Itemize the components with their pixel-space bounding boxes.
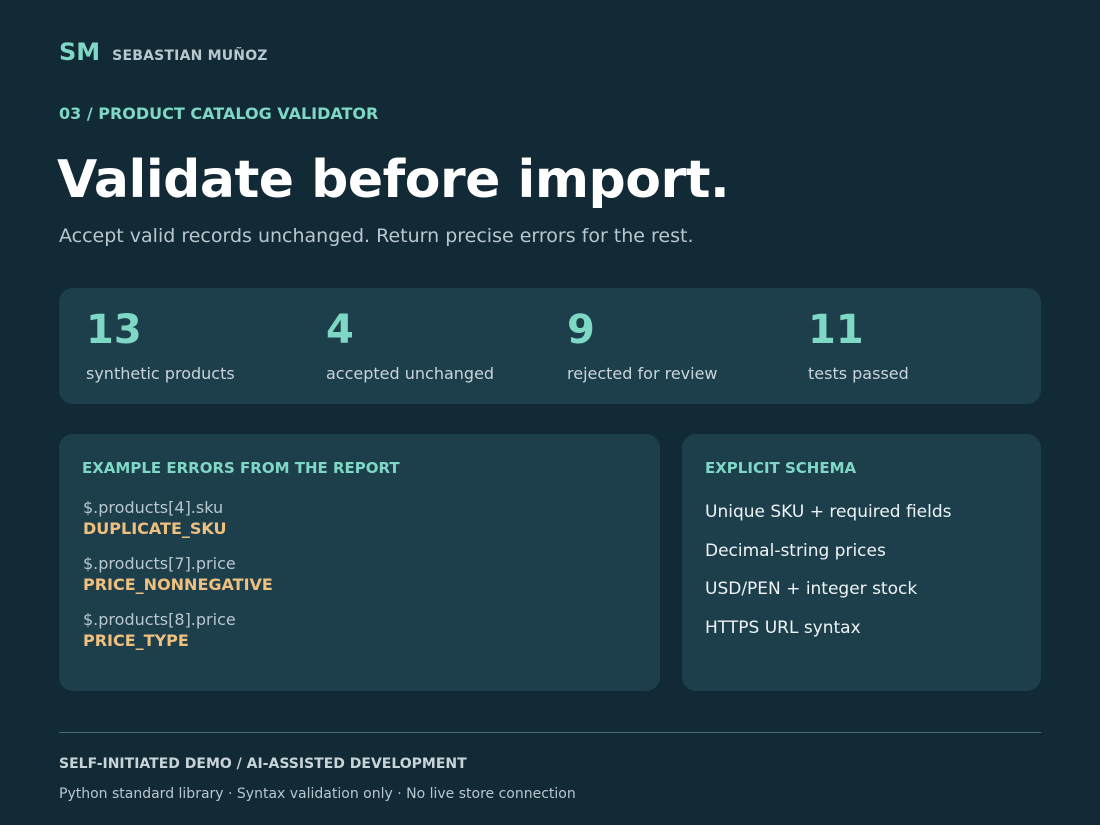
page-subtitle: Accept valid records unchanged. Return p… [59,225,694,247]
schema-item: Decimal-string prices [705,541,886,561]
stat-label: rejected for review [567,364,718,383]
error-path: $.products[4].sku [83,498,224,517]
brand: SM SEBASTIAN MUÑOZ [59,38,268,66]
schema-item: Unique SKU + required fields [705,502,952,522]
explicit-schema-card: EXPLICIT SCHEMA Unique SKU + required fi… [682,434,1041,691]
stat-value: 13 [86,307,142,353]
portfolio-slide: SM SEBASTIAN MUÑOZ 03 / PRODUCT CATALOG … [0,0,1100,825]
footer-title: SELF-INITIATED DEMO / AI-ASSISTED DEVELO… [59,756,467,772]
error-entry: $.products[7].price PRICE_NONNEGATIVE [83,554,273,596]
error-path: $.products[7].price [83,554,236,573]
stat-label: tests passed [808,364,909,383]
footer-divider [59,732,1041,733]
schema-item: USD/PEN + integer stock [705,579,918,599]
error-code: DUPLICATE_SKU [83,519,227,538]
card-title: EXAMPLE ERRORS FROM THE REPORT [82,459,400,477]
project-eyebrow: 03 / PRODUCT CATALOG VALIDATOR [59,104,379,123]
footer-note: Python standard library · Syntax validat… [59,786,576,802]
example-errors-card: EXAMPLE ERRORS FROM THE REPORT $.product… [59,434,660,691]
stat-value: 9 [567,307,595,353]
stat-value: 4 [326,307,354,353]
error-entry: $.products[4].sku DUPLICATE_SKU [83,498,227,540]
card-title: EXPLICIT SCHEMA [705,459,857,477]
error-code: PRICE_NONNEGATIVE [83,575,273,594]
brand-name: SEBASTIAN MUÑOZ [112,48,268,64]
stats-panel: 13 synthetic products 4 accepted unchang… [59,288,1041,404]
error-entry: $.products[8].price PRICE_TYPE [83,610,236,652]
error-code: PRICE_TYPE [83,631,189,650]
schema-item: HTTPS URL syntax [705,618,861,638]
brand-monogram: SM [59,38,101,66]
stat-label: accepted unchanged [326,364,495,383]
error-path: $.products[8].price [83,610,236,629]
page-title: Validate before import. [57,150,730,210]
stat-value: 11 [808,307,864,353]
stat-label: synthetic products [86,364,235,383]
